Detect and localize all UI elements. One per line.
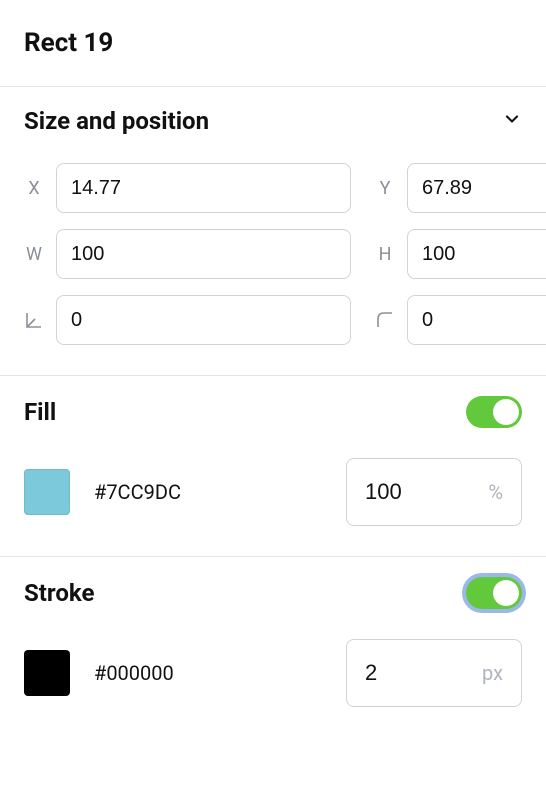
fill-opacity-unit: % (488, 480, 503, 504)
fill-hex[interactable]: #7CC9DC (94, 480, 322, 504)
chevron-down-icon (502, 109, 522, 133)
toggle-knob (493, 580, 519, 606)
size-position-label: Size and position (24, 107, 209, 135)
fill-header: Fill (24, 396, 522, 428)
y-field: Y (375, 163, 546, 213)
fill-opacity-input[interactable] (365, 479, 476, 505)
fill-color-row: #7CC9DC % (24, 458, 522, 526)
x-label: X (24, 178, 44, 199)
corner-radius-input[interactable] (407, 295, 546, 345)
stroke-toggle[interactable] (466, 577, 522, 609)
h-field: H (375, 229, 546, 279)
corner-radius-icon (375, 311, 395, 329)
size-position-header[interactable]: Size and position (24, 107, 522, 135)
section-size-position: Size and position X Y W H (0, 87, 546, 376)
h-input[interactable] (407, 229, 546, 279)
fill-opacity-field: % (346, 458, 522, 526)
x-input[interactable] (56, 163, 351, 213)
fill-swatch[interactable] (24, 469, 70, 515)
fill-toggle[interactable] (466, 396, 522, 428)
stroke-width-unit: px (482, 661, 503, 685)
section-fill: Fill #7CC9DC % (0, 376, 546, 557)
stroke-width-field: px (346, 639, 522, 707)
fill-label: Fill (24, 398, 56, 426)
y-label: Y (375, 178, 395, 199)
properties-panel: Rect 19 Size and position X Y W H (0, 0, 546, 737)
rotation-field (24, 295, 351, 345)
w-label: W (24, 244, 44, 265)
size-position-grid: X Y W H (24, 163, 522, 345)
stroke-color-row: #000000 px (24, 639, 522, 707)
h-label: H (375, 244, 395, 265)
stroke-hex[interactable]: #000000 (94, 661, 322, 685)
section-stroke: Stroke #000000 px (0, 557, 546, 737)
rotation-input[interactable] (56, 295, 351, 345)
w-input[interactable] (56, 229, 351, 279)
rotation-icon (24, 311, 44, 329)
object-title: Rect 19 (0, 0, 546, 87)
corner-radius-field (375, 295, 546, 345)
toggle-knob (493, 399, 519, 425)
w-field: W (24, 229, 351, 279)
x-field: X (24, 163, 351, 213)
stroke-width-input[interactable] (365, 660, 470, 686)
stroke-header: Stroke (24, 577, 522, 609)
stroke-label: Stroke (24, 579, 94, 607)
y-input[interactable] (407, 163, 546, 213)
stroke-swatch[interactable] (24, 650, 70, 696)
